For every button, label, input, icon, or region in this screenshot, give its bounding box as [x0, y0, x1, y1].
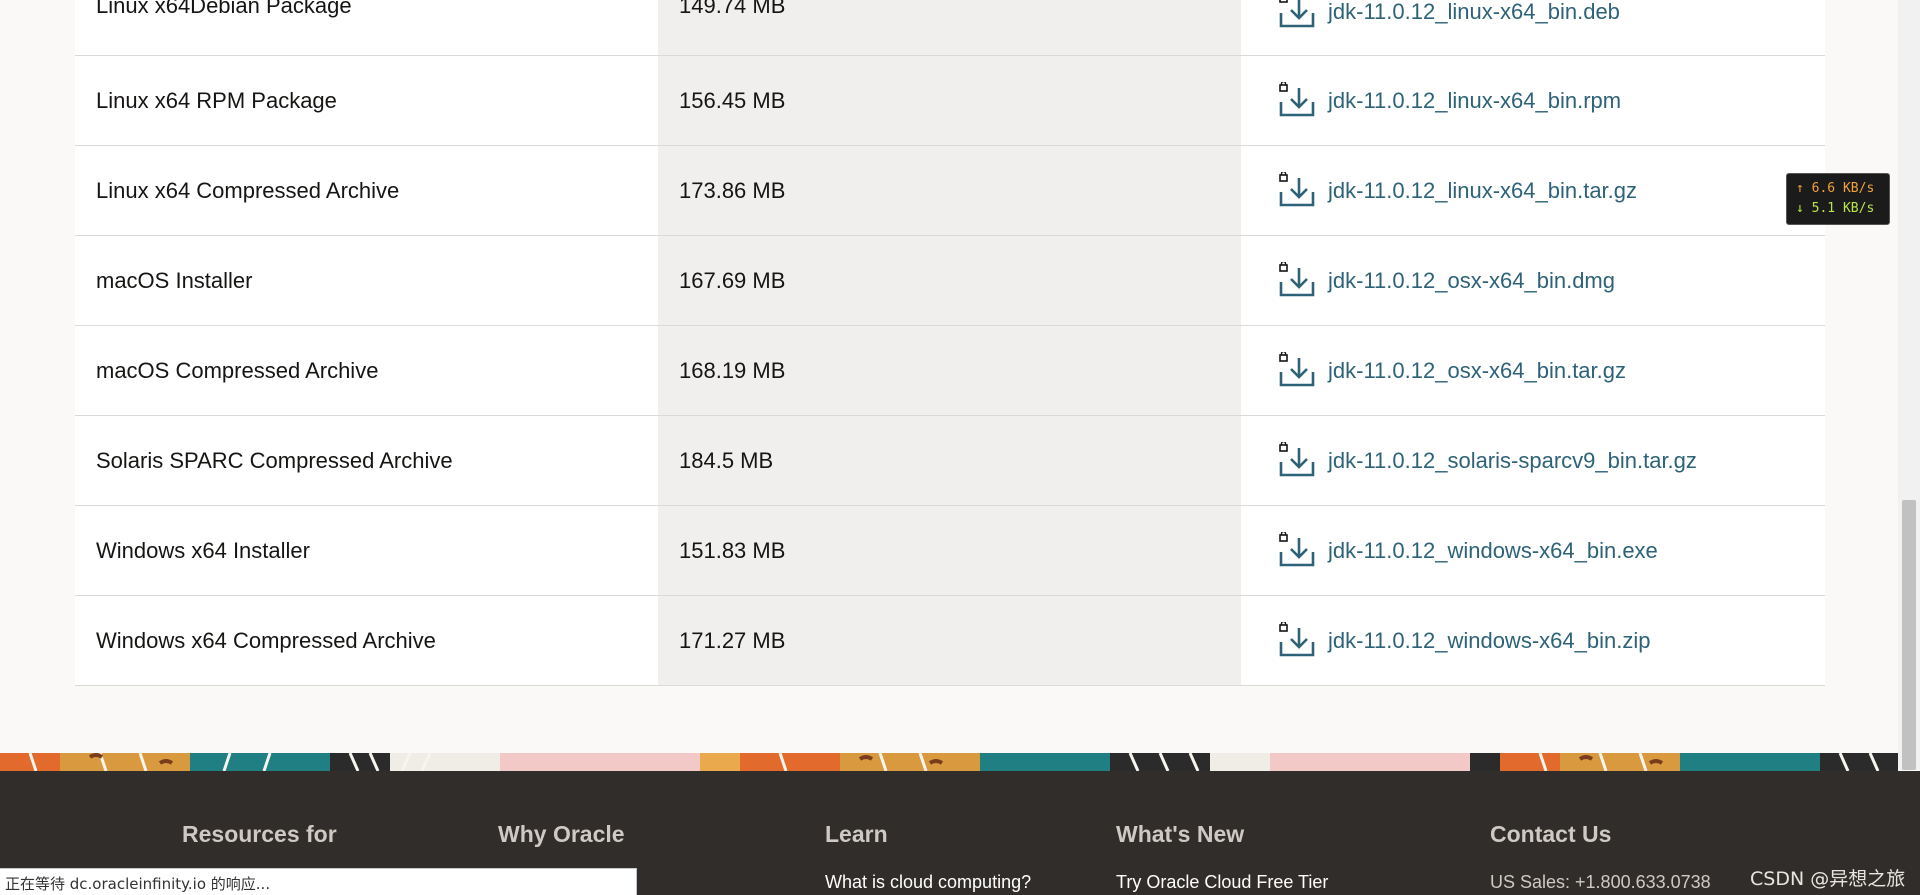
- file-size: 168.19 MB: [679, 357, 786, 383]
- product-name: Windows x64 Installer: [96, 537, 310, 563]
- download-filename[interactable]: jdk-11.0.12_windows-x64_bin.zip: [1328, 628, 1650, 654]
- file-size: 173.86 MB: [679, 177, 786, 203]
- table-row: Windows x64 Compressed Archive 171.27 MB…: [75, 596, 1825, 686]
- network-speed-widget: ↑ 6.6 KB/s ↓ 5.1 KB/s: [1786, 173, 1890, 225]
- file-size-cell: 151.83 MB: [658, 506, 1241, 595]
- product-name: Solaris SPARC Compressed Archive: [96, 447, 453, 473]
- file-size-cell: 167.69 MB: [658, 236, 1241, 325]
- locked-download-icon: [1279, 441, 1315, 476]
- locked-download-icon: [1279, 261, 1315, 296]
- product-name-cell: Windows x64 Installer: [75, 506, 658, 595]
- download-cell: jdk-11.0.12_solaris-sparcv9_bin.tar.gz: [1241, 416, 1825, 505]
- file-size: 171.27 MB: [679, 627, 786, 653]
- download-speed: ↓ 5.1 KB/s: [1796, 201, 1875, 216]
- download-filename[interactable]: jdk-11.0.12_osx-x64_bin.dmg: [1328, 268, 1615, 294]
- file-size-cell: 171.27 MB: [658, 596, 1241, 685]
- decorative-pattern-band: [0, 753, 1898, 771]
- downloads-table: Linux x64Debian Package 149.74 MB jdk-11…: [75, 0, 1825, 686]
- download-cell: jdk-11.0.12_linux-x64_bin.tar.gz: [1241, 146, 1825, 235]
- footer-heading-why-oracle[interactable]: Why Oracle: [498, 821, 625, 848]
- csdn-watermark: CSDN @异想之旅: [1750, 868, 1906, 890]
- locked-download-icon: [1279, 81, 1315, 116]
- locked-download-icon: [1279, 351, 1315, 386]
- download-filename[interactable]: jdk-11.0.12_linux-x64_bin.deb: [1328, 0, 1620, 25]
- upload-speed: ↑ 6.6 KB/s: [1796, 181, 1875, 196]
- file-size-cell: 156.45 MB: [658, 56, 1241, 145]
- product-name: Linux x64 Compressed Archive: [96, 177, 400, 203]
- download-cell: jdk-11.0.12_linux-x64_bin.deb: [1241, 0, 1825, 55]
- table-row: macOS Compressed Archive 168.19 MB jdk-1…: [75, 326, 1825, 416]
- product-name-cell: Solaris SPARC Compressed Archive: [75, 416, 658, 505]
- product-name-cell: Linux x64 Compressed Archive: [75, 146, 658, 235]
- file-size-cell: 149.74 MB: [658, 0, 1241, 55]
- product-name: Linux x64 RPM Package: [96, 87, 337, 113]
- file-size: 167.69 MB: [679, 267, 786, 293]
- download-link[interactable]: jdk-11.0.12_solaris-sparcv9_bin.tar.gz: [1277, 441, 1697, 480]
- download-link[interactable]: jdk-11.0.12_osx-x64_bin.dmg: [1277, 261, 1615, 300]
- browser-status-bar: 正在等待 dc.oracleinfinity.io 的响应...: [0, 868, 637, 895]
- product-name-cell: macOS Compressed Archive: [75, 326, 658, 415]
- file-size: 184.5 MB: [679, 447, 774, 473]
- product-name: Windows x64 Compressed Archive: [96, 627, 436, 653]
- file-size-cell: 168.19 MB: [658, 326, 1241, 415]
- downloads-table-body: Linux x64Debian Package 149.74 MB jdk-11…: [75, 0, 1825, 686]
- table-row: Linux x64 RPM Package 156.45 MB jdk-11.0…: [75, 56, 1825, 146]
- file-size: 149.74 MB: [679, 0, 786, 18]
- product-name-cell: macOS Installer: [75, 236, 658, 325]
- product-name-cell: Linux x64 RPM Package: [75, 56, 658, 145]
- table-row: Linux x64Debian Package 149.74 MB jdk-11…: [75, 0, 1825, 56]
- file-size: 151.83 MB: [679, 537, 786, 563]
- product-name-cell: Windows x64 Compressed Archive: [75, 596, 658, 685]
- download-cell: jdk-11.0.12_osx-x64_bin.dmg: [1241, 236, 1825, 325]
- footer-heading-resources[interactable]: Resources for: [182, 821, 337, 848]
- product-name: macOS Installer: [96, 267, 253, 293]
- locked-download-icon: [1279, 621, 1315, 656]
- footer-link-cloud-computing[interactable]: What is cloud computing?: [825, 872, 1031, 893]
- footer-heading-contact[interactable]: Contact Us: [1490, 821, 1611, 848]
- product-name: macOS Compressed Archive: [96, 357, 379, 383]
- locked-download-icon: [1279, 171, 1315, 206]
- table-row: macOS Installer 167.69 MB jdk-11.0.12_os…: [75, 236, 1825, 326]
- download-link[interactable]: jdk-11.0.12_linux-x64_bin.rpm: [1277, 81, 1621, 120]
- footer-heading-learn[interactable]: Learn: [825, 821, 888, 848]
- download-filename[interactable]: jdk-11.0.12_linux-x64_bin.rpm: [1328, 88, 1621, 114]
- download-filename[interactable]: jdk-11.0.12_windows-x64_bin.exe: [1328, 538, 1658, 564]
- download-filename[interactable]: jdk-11.0.12_solaris-sparcv9_bin.tar.gz: [1328, 448, 1697, 474]
- page: Linux x64Debian Package 149.74 MB jdk-11…: [0, 0, 1920, 895]
- footer-link-free-tier[interactable]: Try Oracle Cloud Free Tier: [1116, 872, 1328, 893]
- download-link[interactable]: jdk-11.0.12_windows-x64_bin.zip: [1277, 621, 1650, 660]
- locked-download-icon: [1279, 0, 1315, 28]
- footer-heading-whats-new[interactable]: What's New: [1116, 821, 1244, 848]
- download-link[interactable]: jdk-11.0.12_windows-x64_bin.exe: [1277, 531, 1658, 570]
- footer-us-sales[interactable]: US Sales: +1.800.633.0738: [1490, 872, 1711, 893]
- product-name-cell: Linux x64Debian Package: [75, 0, 658, 55]
- download-filename[interactable]: jdk-11.0.12_linux-x64_bin.tar.gz: [1328, 178, 1637, 204]
- download-link[interactable]: jdk-11.0.12_osx-x64_bin.tar.gz: [1277, 351, 1626, 390]
- file-size: 156.45 MB: [679, 87, 786, 113]
- table-row: Windows x64 Installer 151.83 MB jdk-11.0…: [75, 506, 1825, 596]
- download-filename[interactable]: jdk-11.0.12_osx-x64_bin.tar.gz: [1328, 358, 1626, 384]
- download-cell: jdk-11.0.12_linux-x64_bin.rpm: [1241, 56, 1825, 145]
- download-cell: jdk-11.0.12_windows-x64_bin.exe: [1241, 506, 1825, 595]
- download-link[interactable]: jdk-11.0.12_linux-x64_bin.deb: [1277, 0, 1620, 31]
- product-name: Linux x64Debian Package: [96, 0, 352, 18]
- scrollbar-thumb[interactable]: [1902, 500, 1916, 770]
- download-cell: jdk-11.0.12_osx-x64_bin.tar.gz: [1241, 326, 1825, 415]
- download-cell: jdk-11.0.12_windows-x64_bin.zip: [1241, 596, 1825, 685]
- file-size-cell: 173.86 MB: [658, 146, 1241, 235]
- file-size-cell: 184.5 MB: [658, 416, 1241, 505]
- download-link[interactable]: jdk-11.0.12_linux-x64_bin.tar.gz: [1277, 171, 1637, 210]
- locked-download-icon: [1279, 531, 1315, 566]
- table-row: Linux x64 Compressed Archive 173.86 MB j…: [75, 146, 1825, 236]
- table-row: Solaris SPARC Compressed Archive 184.5 M…: [75, 416, 1825, 506]
